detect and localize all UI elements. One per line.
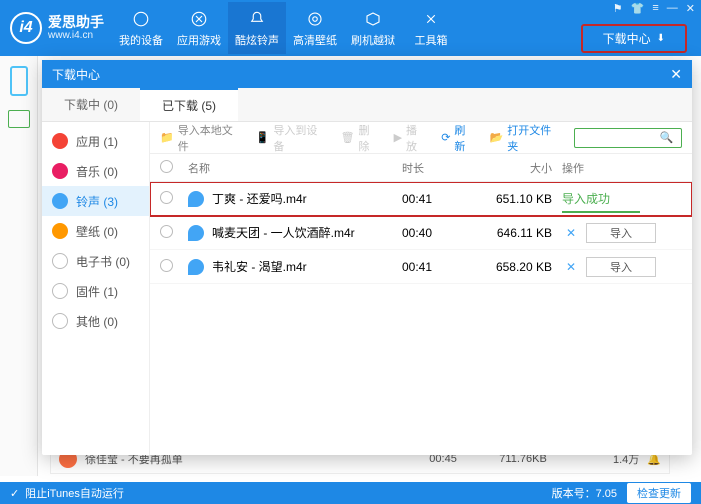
- open-folder-button[interactable]: 📂 打开文件夹: [490, 122, 561, 154]
- wallpaper-icon: [52, 223, 68, 239]
- sidebar-item-apps[interactable]: 应用 (1): [42, 126, 149, 156]
- row-checkbox[interactable]: [160, 191, 173, 204]
- table-row[interactable]: 喊麦天团 - 一人饮酒醉.m4r 00:40 646.11 KB ✕ 导入: [150, 216, 692, 250]
- ebook-icon: [52, 253, 68, 269]
- download-center-window: 下载中心 ✕ 下载中 (0) 已下载 (5) 应用 (1) 音乐 (0) 铃声 …: [42, 60, 692, 455]
- play-button: ▶ 播放: [394, 122, 428, 154]
- toolbar-search[interactable]: 🔍: [574, 128, 682, 148]
- table-header: 名称 时长 大小 操作: [150, 154, 692, 182]
- row-status: 导入成功: [562, 190, 610, 207]
- menu-icon[interactable]: ≡: [652, 2, 658, 15]
- nav-toolbox[interactable]: 工具箱: [402, 2, 460, 54]
- device-icon[interactable]: [10, 66, 28, 96]
- ringtone-icon: [188, 191, 204, 207]
- brand-logo-icon: i4: [10, 12, 42, 44]
- col-name[interactable]: 名称: [188, 160, 402, 176]
- download-arrow-icon: ⬇: [657, 33, 665, 44]
- itunes-block-icon[interactable]: ✓: [10, 487, 19, 500]
- sidebar-item-ebooks[interactable]: 电子书 (0): [42, 246, 149, 276]
- table-body: 丁爽 - 还爱吗.m4r 00:41 651.10 KB 导入成功 喊麦天团 -…: [150, 182, 692, 455]
- skin-icon[interactable]: 👕: [631, 2, 645, 15]
- row-size: 658.20 KB: [472, 260, 562, 274]
- row-duration: 00:41: [402, 260, 472, 274]
- row-checkbox[interactable]: [160, 259, 173, 272]
- dc-sidebar: 应用 (1) 音乐 (0) 铃声 (3) 壁纸 (0) 电子书 (0) 固件 (…: [42, 122, 150, 455]
- sidebar-item-firmware[interactable]: 固件 (1): [42, 276, 149, 306]
- dc-title-bar[interactable]: 下载中心 ✕: [42, 60, 692, 88]
- sidebar-item-music[interactable]: 音乐 (0): [42, 156, 149, 186]
- refresh-button[interactable]: ⟳ 刷新: [441, 122, 475, 154]
- itunes-block-label[interactable]: 阻止iTunes自动运行: [25, 485, 124, 501]
- toolbar-search-input[interactable]: [579, 132, 659, 144]
- dc-title: 下载中心: [52, 66, 100, 83]
- nav-my-device[interactable]: 我的设备: [112, 2, 170, 54]
- search-icon[interactable]: 🔍: [659, 131, 673, 144]
- top-bar: i4 爱思助手 www.i4.cn 我的设备 应用游戏 酷炫铃声 高清壁纸 刷机…: [0, 0, 701, 56]
- nav-apps[interactable]: 应用游戏: [170, 2, 228, 54]
- other-icon: [52, 313, 68, 329]
- bell-icon: [52, 193, 68, 209]
- import-local-button[interactable]: 📁 导入本地文件: [160, 122, 242, 154]
- sidebar-item-ringtones[interactable]: 铃声 (3): [42, 186, 149, 216]
- close-icon[interactable]: ✕: [686, 2, 695, 15]
- sidebar-item-other[interactable]: 其他 (0): [42, 306, 149, 336]
- row-name: 喊麦天团 - 一人饮酒醉.m4r: [212, 224, 402, 241]
- dc-toolbar: 📁 导入本地文件 📱 导入到设备 🗑 删除 ▶ 播放 ⟳ 刷新 📂 打开文件夹 …: [150, 122, 692, 154]
- apps-icon: [52, 133, 68, 149]
- table-row[interactable]: 韦礼安 - 渴望.m4r 00:41 658.20 KB ✕ 导入: [150, 250, 692, 284]
- feedback-icon[interactable]: ⚑: [613, 2, 623, 15]
- tab-downloaded[interactable]: 已下载 (5): [140, 88, 238, 121]
- brand: i4 爱思助手 www.i4.cn: [0, 12, 112, 44]
- download-center-label: 下载中心: [603, 30, 651, 47]
- tab-downloading[interactable]: 下载中 (0): [42, 88, 140, 121]
- ringtone-icon: [188, 259, 204, 275]
- sidebar-item-wallpapers[interactable]: 壁纸 (0): [42, 216, 149, 246]
- nav-ringtones[interactable]: 酷炫铃声: [228, 2, 286, 54]
- brand-subtitle: www.i4.cn: [48, 30, 104, 41]
- row-checkbox[interactable]: [160, 225, 173, 238]
- col-duration[interactable]: 时长: [402, 160, 472, 176]
- dc-tabs: 下载中 (0) 已下载 (5): [42, 88, 692, 122]
- mini-search-box[interactable]: [8, 110, 30, 128]
- version-text: 版本号：7.05: [552, 485, 617, 501]
- remove-row-button[interactable]: ✕: [562, 260, 580, 274]
- ringtone-icon: [188, 225, 204, 241]
- status-bar: ✓ 阻止iTunes自动运行 版本号：7.05 检查更新: [0, 482, 701, 504]
- row-size: 651.10 KB: [472, 192, 562, 206]
- nav-flash[interactable]: 刷机越狱: [344, 2, 402, 54]
- row-name: 韦礼安 - 渴望.m4r: [212, 258, 402, 275]
- row-size: 646.11 KB: [472, 226, 562, 240]
- delete-button: 🗑 删除: [341, 122, 380, 154]
- check-update-button[interactable]: 检查更新: [627, 483, 691, 503]
- remove-row-button[interactable]: ✕: [562, 226, 580, 240]
- music-side-icon: [52, 163, 68, 179]
- select-all-checkbox[interactable]: [160, 160, 173, 173]
- download-center-button[interactable]: 下载中心 ⬇: [581, 24, 687, 53]
- firmware-icon: [52, 283, 68, 299]
- import-button[interactable]: 导入: [586, 223, 656, 243]
- nav-wallpapers[interactable]: 高清壁纸: [286, 2, 344, 54]
- import-button[interactable]: 导入: [586, 257, 656, 277]
- dc-close-button[interactable]: ✕: [670, 66, 682, 83]
- brand-title: 爱思助手: [48, 15, 104, 30]
- window-controls: ⚑ 👕 ≡ — ✕: [613, 2, 695, 15]
- col-size[interactable]: 大小: [472, 160, 562, 176]
- row-name: 丁爽 - 还爱吗.m4r: [212, 190, 402, 207]
- row-duration: 00:41: [402, 192, 472, 206]
- row-duration: 00:40: [402, 226, 472, 240]
- import-device-button: 📱 导入到设备: [256, 122, 327, 154]
- table-row[interactable]: 丁爽 - 还爱吗.m4r 00:41 651.10 KB 导入成功: [150, 182, 692, 216]
- minimize-icon[interactable]: —: [667, 2, 678, 15]
- col-operation[interactable]: 操作: [562, 160, 682, 176]
